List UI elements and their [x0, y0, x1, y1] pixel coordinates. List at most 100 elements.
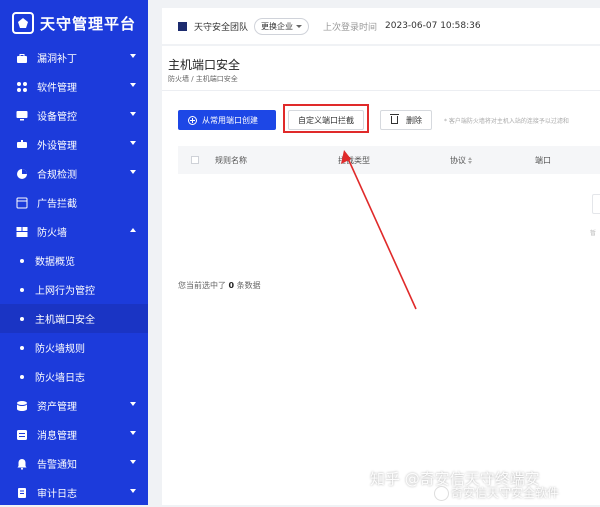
sidebar-item-label: 防火墙	[37, 228, 67, 239]
org-name: 天守安全团队	[194, 22, 249, 33]
chevron-down-icon	[130, 54, 136, 58]
bullet-icon	[20, 287, 24, 292]
top-bar: 天守安全团队 更换企业 上次登录时间 2023-06-07 10:58:36	[162, 8, 600, 44]
sidebar-item-10[interactable]: 防火墙规则	[0, 333, 148, 362]
sidebar-item-label: 合规检测	[37, 170, 77, 181]
org-icon	[178, 21, 187, 31]
sidebar-item-label: 消息管理	[37, 431, 77, 442]
chevron-down-icon	[130, 112, 136, 116]
sidebar-item-label: 防火墙日志	[35, 373, 85, 384]
sidebar-item-11[interactable]: 防火墙日志	[0, 362, 148, 391]
column-protocol[interactable]: 协议	[450, 155, 473, 166]
sidebar-item-label: 广告拦截	[37, 199, 77, 210]
delete-label: 删除	[406, 115, 422, 125]
bell-icon	[16, 458, 28, 470]
selection-suffix: 条数据	[236, 281, 261, 290]
chevron-down-icon	[130, 460, 136, 464]
bullet-icon	[20, 345, 24, 350]
sidebar-item-label: 审计日志	[37, 489, 77, 500]
trash-icon	[390, 114, 399, 124]
message-icon	[16, 429, 28, 441]
watermark-line-2: 奇安信天守安全软件	[434, 484, 559, 501]
sidebar-item-1[interactable]: 软件管理	[0, 72, 148, 101]
select-all-checkbox[interactable]	[191, 156, 199, 164]
empty-state-icon	[592, 194, 600, 214]
selection-count: 0	[228, 281, 235, 290]
bullet-icon	[20, 316, 24, 321]
chevron-down-icon	[130, 402, 136, 406]
brand[interactable]: 天守管理平台	[0, 0, 148, 46]
empty-state-text: 暂	[590, 230, 597, 237]
ad-block-icon	[16, 197, 28, 209]
sidebar-item-4[interactable]: 合规检测	[0, 159, 148, 188]
sidebar-item-label: 软件管理	[37, 83, 77, 94]
breadcrumb: 防火墙 / 主机端口安全	[168, 75, 238, 83]
compliance-icon	[16, 168, 28, 180]
last-login-time: 2023-06-07 10:58:36	[385, 21, 481, 31]
sidebar-item-label: 漏洞补丁	[37, 54, 77, 65]
asset-icon	[16, 400, 28, 412]
chevron-down-icon	[130, 141, 136, 145]
plus-circle-icon	[188, 115, 197, 125]
app-title: 天守管理平台	[40, 14, 137, 33]
sidebar-item-14[interactable]: 告警通知	[0, 449, 148, 478]
sidebar-item-6[interactable]: 防火墙	[0, 217, 148, 246]
page-title: 主机端口安全	[168, 58, 241, 72]
divider	[162, 90, 600, 91]
sort-icon	[468, 157, 473, 164]
sidebar-menu: 漏洞补丁软件管理设备管控外设管理合规检测广告拦截防火墙数据概览上网行为管控 主机端…	[0, 43, 148, 507]
audit-icon	[16, 487, 28, 499]
shield-logo-icon	[12, 12, 34, 34]
sidebar-item-0[interactable]: 漏洞补丁	[0, 43, 148, 72]
firewall-hint: * 客户端防火墙将对主机入站的连接予以过滤和	[444, 118, 569, 125]
monitor-icon	[16, 110, 28, 122]
highlight-box	[283, 104, 369, 133]
sidebar-item-2[interactable]: 设备管控	[0, 101, 148, 130]
column-rule-name: 规则名称	[215, 156, 247, 165]
watermark-logo-icon	[434, 486, 449, 501]
sidebar-item-label: 资产管理	[37, 402, 77, 413]
bullet-icon	[20, 258, 24, 263]
last-login-label: 上次登录时间	[323, 22, 378, 33]
sidebar-item-5[interactable]: 广告拦截	[0, 188, 148, 217]
sidebar-item-7[interactable]: 数据概览	[0, 246, 148, 275]
chevron-down-icon	[130, 489, 136, 493]
sidebar-item-15[interactable]: 审计日志	[0, 478, 148, 507]
sidebar-item-label: 设备管控	[37, 112, 77, 123]
chevron-down-icon	[130, 83, 136, 87]
sidebar-item-label: 主机端口安全	[35, 315, 95, 326]
watermark-line-2-text: 奇安信天守安全软件	[451, 486, 560, 500]
sidebar-item-label: 告警通知	[37, 460, 77, 471]
sidebar-item-label: 外设管理	[37, 141, 77, 152]
switch-org-label: 更换企业	[261, 21, 294, 31]
column-protocol-label: 协议	[450, 156, 466, 165]
peripheral-icon	[16, 139, 28, 151]
sidebar-item-9[interactable]: 主机端口安全	[0, 304, 148, 333]
sidebar-item-3[interactable]: 外设管理	[0, 130, 148, 159]
column-port: 端口	[535, 156, 551, 165]
column-block-type: 拦截类型	[338, 156, 370, 165]
switch-org-button[interactable]: 更换企业	[254, 17, 310, 35]
sidebar: 天守管理平台 漏洞补丁软件管理设备管控外设管理合规检测广告拦截防火墙数据概览上网…	[0, 0, 148, 505]
delete-button[interactable]: 删除	[380, 110, 432, 130]
chevron-down-icon	[296, 24, 303, 28]
create-from-common-port-label: 从常用端口创建	[202, 115, 258, 125]
selection-prefix: 您当前选中了	[178, 281, 226, 290]
sidebar-item-8[interactable]: 上网行为管控	[0, 275, 148, 304]
apps-icon	[16, 81, 28, 93]
sidebar-item-13[interactable]: 消息管理	[0, 420, 148, 449]
sidebar-item-12[interactable]: 资产管理	[0, 391, 148, 420]
main-content: 主机端口安全 防火墙 / 主机端口安全 从常用端口创建 自定义端口拦截 删除 *…	[162, 46, 600, 505]
sidebar-item-label: 数据概览	[35, 257, 75, 268]
create-from-common-port-button[interactable]: 从常用端口创建	[178, 110, 276, 130]
sidebar-item-label: 上网行为管控	[35, 286, 95, 297]
chevron-down-icon	[130, 170, 136, 174]
bullet-icon	[20, 374, 24, 379]
chevron-down-icon	[130, 431, 136, 435]
bag-icon	[16, 52, 28, 64]
firewall-icon	[16, 226, 28, 238]
sidebar-item-label: 防火墙规则	[35, 344, 85, 355]
selection-summary: 您当前选中了 0 条数据	[178, 280, 261, 291]
table-header: 规则名称 拦截类型 协议 端口	[178, 146, 600, 174]
chevron-up-icon	[130, 228, 136, 232]
